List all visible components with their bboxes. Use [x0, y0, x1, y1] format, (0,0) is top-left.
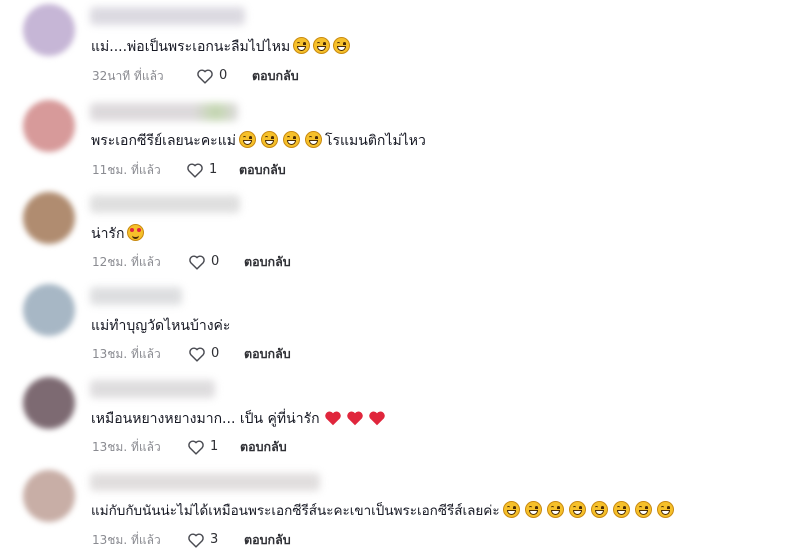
grinning-squinting-face-icon — [568, 501, 586, 518]
username-blurred[interactable] — [90, 380, 215, 398]
comment-body: แม่ทำบุญวัดไหนบ้างค่ะ — [91, 318, 231, 334]
like-count: 0 — [211, 346, 220, 361]
grinning-squinting-face-icon — [313, 37, 331, 54]
comment-body: แม่กับกับนันน่ะไม่ได้เหมือนพระเอกซีรีส์น… — [91, 503, 500, 519]
grinning-squinting-face-icon — [293, 37, 311, 54]
grinning-squinting-face-icon — [260, 131, 278, 148]
timestamp: 12ชม. ที่แล้ว — [92, 255, 161, 269]
reply-button[interactable]: ตอบกลับ — [244, 344, 291, 364]
grinning-squinting-face-icon — [333, 37, 351, 54]
like-button[interactable]: 0 — [188, 344, 219, 364]
comment-item: พระเอกซีรีย์เลยนะคะแม่ โรแมนติกไม่ไหว 11ช… — [0, 96, 800, 188]
heart-outline-icon — [188, 440, 204, 455]
heart-outline-icon — [189, 255, 205, 270]
grinning-squinting-face-icon — [238, 131, 256, 148]
timestamp: 13ชม. ที่แล้ว — [92, 533, 161, 547]
comment-item: เหมือนหยางหยางมาก... เป็น คู่ที่น่ารัก 1… — [0, 373, 800, 465]
like-count: 1 — [209, 162, 218, 177]
comment-body: พระเอกซีรีย์เลยนะคะแม่ — [91, 133, 236, 149]
like-button[interactable]: 3 — [187, 530, 218, 550]
reply-button[interactable]: ตอบกลับ — [239, 160, 286, 180]
comment-body: แม่....พ่อเป็นพระเอกนะลืมไปไหม — [91, 39, 291, 55]
comment-text: เหมือนหยางหยางมาก... เป็น คู่ที่น่ารัก — [91, 408, 386, 430]
grinning-squinting-face-icon — [304, 131, 322, 148]
grinning-squinting-face-icon — [590, 501, 608, 518]
reply-button[interactable]: ตอบกลับ — [252, 66, 299, 86]
comment-item: แม่กับกับนันน่ะไม่ได้เหมือนพระเอกซีรีส์น… — [0, 466, 800, 558]
comment-text: แม่ทำบุญวัดไหนบ้างค่ะ — [91, 315, 230, 337]
comment-item: น่ารัก 12ชม. ที่แล้ว 0 ตอบกลับ — [0, 188, 800, 280]
username-blurred[interactable] — [90, 103, 238, 121]
grinning-squinting-face-icon — [282, 131, 300, 148]
avatar[interactable] — [23, 100, 75, 152]
grinning-squinting-face-icon — [656, 501, 674, 518]
heart-outline-icon — [187, 163, 203, 178]
avatar[interactable] — [23, 470, 75, 522]
comment-body-after: โรแมนติกไม่ไหว — [324, 133, 426, 149]
reply-button[interactable]: ตอบกลับ — [240, 437, 287, 457]
comment-text: แม่กับกับนันน่ะไม่ได้เหมือนพระเอกซีรีส์น… — [91, 500, 674, 522]
smiling-face-with-heart-eyes-icon — [127, 224, 145, 241]
heart-outline-icon — [197, 69, 213, 84]
comment-item: แม่....พ่อเป็นพระเอกนะลืมไปไหม 32นาที ที… — [0, 0, 800, 92]
grinning-squinting-face-icon — [634, 501, 652, 518]
username-blurred[interactable] — [90, 195, 240, 213]
like-count: 0 — [211, 254, 220, 269]
reply-button[interactable]: ตอบกลับ — [244, 252, 291, 272]
username-blurred[interactable] — [90, 473, 320, 491]
like-button[interactable]: 1 — [187, 437, 218, 457]
red-heart-icon — [324, 410, 342, 426]
heart-outline-icon — [189, 347, 205, 362]
red-heart-icon — [368, 410, 386, 426]
avatar[interactable] — [23, 4, 75, 56]
like-button[interactable]: 0 — [188, 252, 219, 272]
grinning-squinting-face-icon — [546, 501, 564, 518]
like-button[interactable]: 1 — [186, 160, 217, 180]
grinning-squinting-face-icon — [524, 501, 542, 518]
comment-text: แม่....พ่อเป็นพระเอกนะลืมไปไหม — [91, 36, 351, 58]
comment-text: พระเอกซีรีย์เลยนะคะแม่ โรแมนติกไม่ไหว — [91, 130, 426, 152]
comment-item: แม่ทำบุญวัดไหนบ้างค่ะ 13ชม. ที่แล้ว 0 ตอ… — [0, 280, 800, 372]
reply-button[interactable]: ตอบกลับ — [244, 530, 291, 550]
timestamp: 32นาที ที่แล้ว — [92, 69, 164, 83]
like-count: 1 — [210, 439, 219, 454]
avatar[interactable] — [23, 284, 75, 336]
avatar[interactable] — [23, 192, 75, 244]
username-blurred[interactable] — [90, 287, 182, 305]
like-count: 3 — [210, 532, 219, 547]
timestamp: 13ชม. ที่แล้ว — [92, 440, 161, 454]
like-button[interactable]: 0 — [196, 66, 227, 86]
comment-body: น่ารัก — [91, 226, 125, 242]
grinning-squinting-face-icon — [612, 501, 630, 518]
like-count: 0 — [219, 68, 228, 83]
grinning-squinting-face-icon — [502, 501, 520, 518]
comment-body: เหมือนหยางหยางมาก... เป็น คู่ที่น่ารัก — [91, 411, 320, 427]
timestamp: 11ชม. ที่แล้ว — [92, 163, 161, 177]
timestamp: 13ชม. ที่แล้ว — [92, 347, 161, 361]
avatar[interactable] — [23, 377, 75, 429]
username-blurred[interactable] — [90, 7, 245, 25]
heart-outline-icon — [188, 533, 204, 548]
red-heart-icon — [346, 410, 364, 426]
comment-text: น่ารัก — [91, 223, 145, 245]
